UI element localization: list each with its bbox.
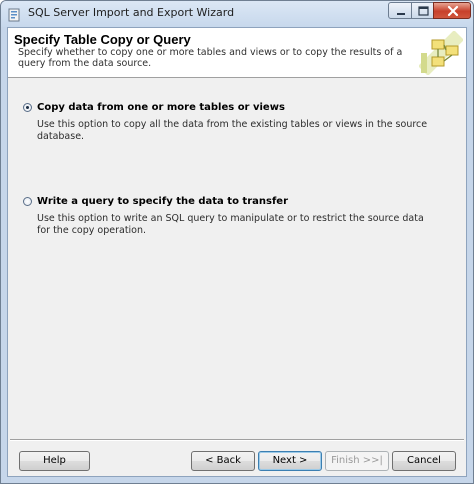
copy-tables-radio[interactable]	[23, 103, 32, 112]
write-query-option-description: Use this option to write an SQL query to…	[37, 213, 424, 236]
copy-tables-option-label[interactable]: Copy data from one or more tables or vie…	[37, 102, 285, 113]
write-query-radio[interactable]	[23, 197, 32, 206]
maximize-icon	[418, 6, 429, 16]
copy-tables-option-description: Use this option to copy all the data fro…	[37, 119, 428, 142]
app-icon	[8, 7, 21, 22]
page-description: Specify whether to copy one or more tabl…	[18, 47, 403, 69]
write-query-option-label[interactable]: Write a query to specify the data to tra…	[37, 196, 288, 207]
back-button[interactable]: < Back	[191, 451, 255, 471]
maximize-button[interactable]	[411, 2, 434, 19]
finish-button[interactable]: Finish >>|	[325, 451, 389, 471]
window-title: SQL Server Import and Export Wizard	[28, 6, 235, 19]
next-button[interactable]: Next >	[258, 451, 322, 471]
data-transfer-graphic-icon	[418, 30, 464, 76]
page-header: Specify Table Copy or Query Specify whet…	[8, 28, 466, 78]
wizard-page: Specify Table Copy or Query Specify whet…	[7, 27, 467, 477]
minimize-button[interactable]	[388, 2, 412, 19]
title-bar[interactable]: SQL Server Import and Export Wizard	[1, 1, 473, 27]
close-icon	[447, 5, 459, 17]
wizard-window: SQL Server Import and Export Wizard Spec…	[0, 0, 474, 484]
page-title: Specify Table Copy or Query	[14, 32, 191, 47]
help-button[interactable]: Help	[19, 451, 90, 471]
cancel-button[interactable]: Cancel	[392, 451, 456, 471]
minimize-icon	[397, 13, 405, 15]
close-button[interactable]	[433, 2, 471, 19]
footer-separator	[10, 439, 464, 441]
